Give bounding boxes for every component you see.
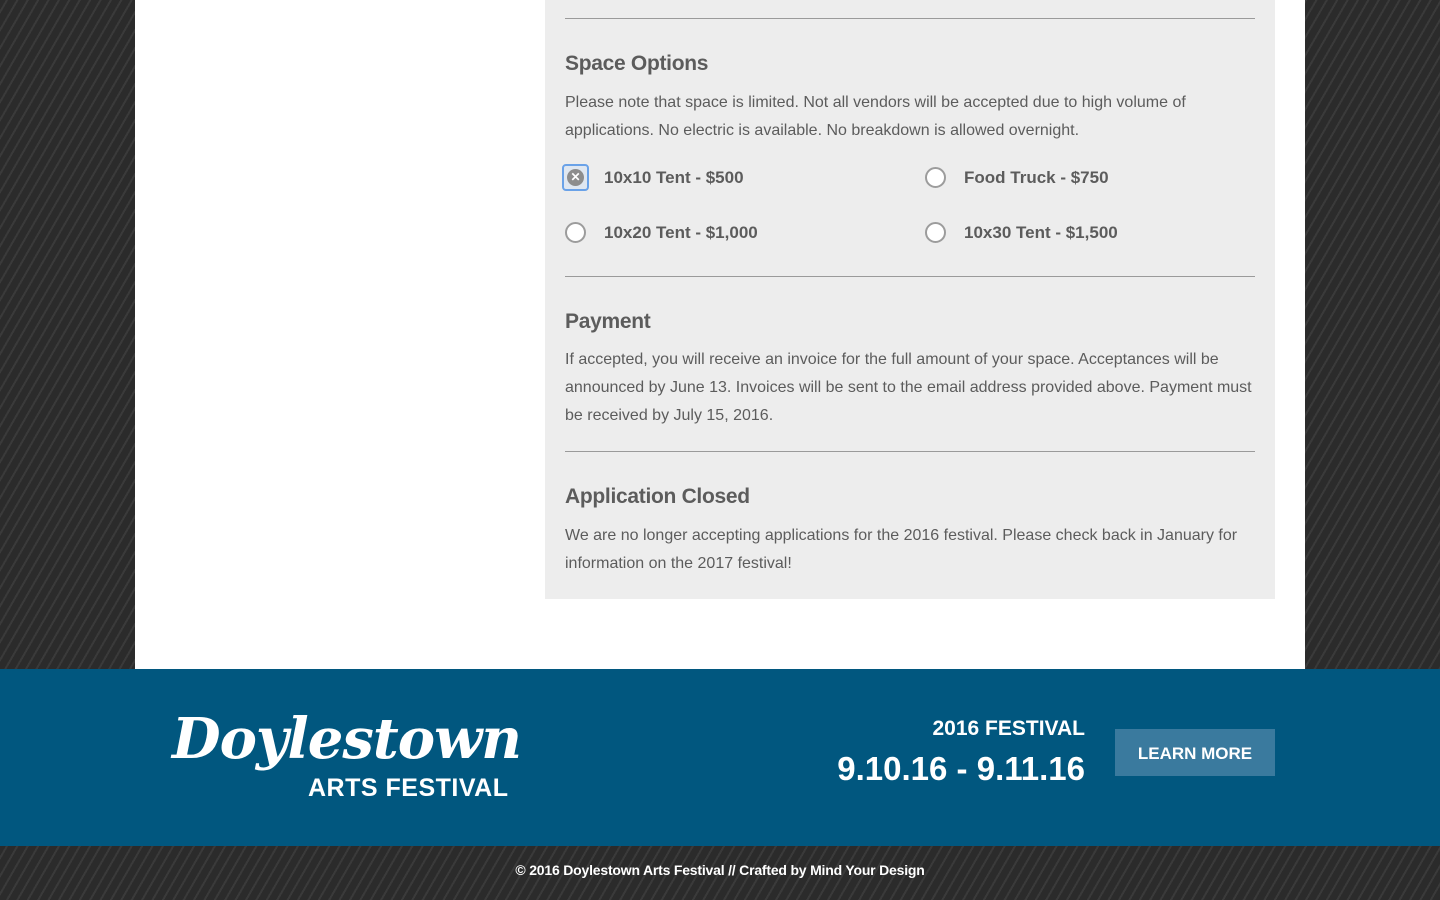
close-icon: ✕ [567, 169, 584, 186]
radio-button-selected[interactable]: ✕ [562, 164, 589, 191]
radio-button[interactable] [565, 222, 586, 243]
radio-button[interactable] [925, 222, 946, 243]
radio-label: 10x10 Tent - $500 [604, 167, 744, 187]
festival-logo-subtitle[interactable]: ARTS FESTIVAL [308, 774, 508, 803]
application-closed-text: We are no longer accepting applications … [565, 527, 1238, 572]
radio-label: 10x20 Tent - $1,000 [604, 222, 758, 242]
learn-more-button[interactable]: LEARN MORE [1115, 729, 1275, 776]
radio-label: Food Truck - $750 [964, 167, 1109, 187]
radio-option-10x30-tent[interactable]: 10x30 Tent - $1,500 [925, 222, 1118, 243]
vendor-form-card: Space Options Please note that space is … [545, 0, 1275, 599]
radio-option-10x10-tent[interactable]: ✕ 10x10 Tent - $500 [562, 164, 744, 191]
section-divider [565, 18, 1255, 19]
payment-text: If accepted, you will receive an invoice… [565, 351, 1252, 424]
section-divider [565, 451, 1255, 452]
payment-title: Payment [565, 310, 651, 333]
space-options-title: Space Options [565, 52, 709, 75]
festival-logo-script[interactable]: Doylestown [172, 706, 522, 772]
section-divider [565, 276, 1255, 277]
festival-year-label: 2016 FESTIVAL [932, 717, 1086, 740]
application-closed-title: Application Closed [565, 485, 750, 508]
space-options-note: Please note that space is limited. Not a… [565, 94, 1186, 139]
festival-dates: 9.10.16 - 9.11.16 [837, 750, 1085, 787]
radio-option-food-truck[interactable]: Food Truck - $750 [925, 167, 1109, 188]
radio-option-10x20-tent[interactable]: 10x20 Tent - $1,000 [565, 222, 758, 243]
radio-label: 10x30 Tent - $1,500 [964, 222, 1118, 242]
content-panel: Space Options Please note that space is … [135, 0, 1305, 669]
radio-button[interactable] [925, 167, 946, 188]
copyright-text: © 2016 Doylestown Arts Festival // Craft… [515, 862, 925, 878]
